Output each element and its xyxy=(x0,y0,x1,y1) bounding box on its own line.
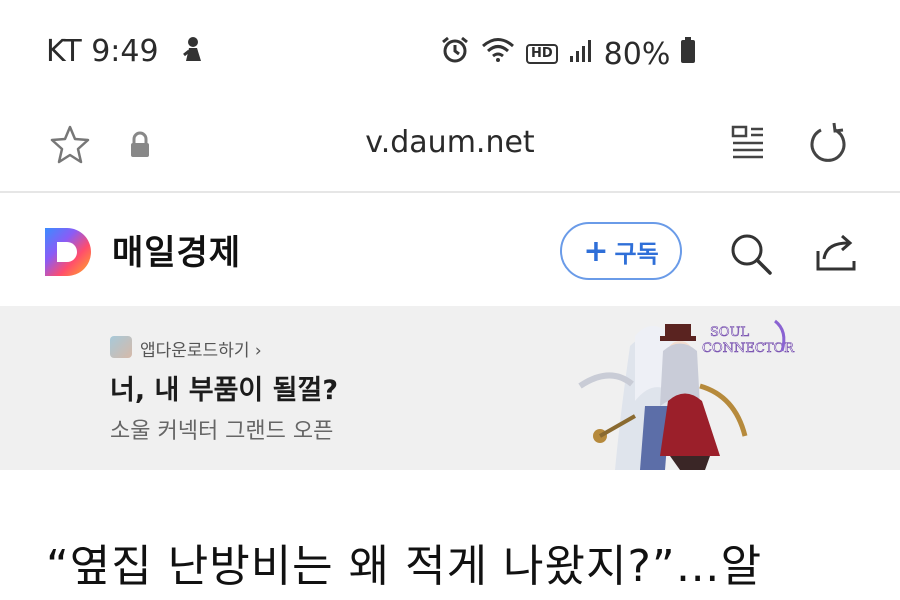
article-title: “옆집 난방비는 왜 적게 나왔지?”…알 xyxy=(46,541,763,592)
ad-subtext: 소울 커넥터 그랜드 오픈 xyxy=(110,419,334,444)
alarm-icon xyxy=(440,35,470,73)
battery-percent: 80% xyxy=(603,36,671,72)
daum-logo[interactable] xyxy=(43,226,93,282)
status-bar: KT 9:49 HD 80% xyxy=(0,0,900,105)
share-icon[interactable] xyxy=(812,231,860,279)
reader-mode-icon[interactable] xyxy=(730,123,766,167)
reload-icon[interactable] xyxy=(806,121,852,171)
ad-download-link[interactable]: 앱다운로드하기 › xyxy=(140,336,262,361)
status-right: HD 80% xyxy=(440,34,706,74)
status-left: KT 9:49 xyxy=(46,34,206,71)
ad-banner[interactable]: 앱다운로드하기 › 너, 내 부품이 될껄? 소울 커넥터 그랜드 오픈 SOU… xyxy=(0,306,900,470)
battery-icon xyxy=(680,36,696,72)
svg-text:SOUL: SOUL xyxy=(710,325,750,340)
site-header: 매일경제 + 구독 xyxy=(0,193,900,306)
ad-game-artwork: SOUL CONNECTOR xyxy=(560,306,800,470)
subscribe-label: 구독 xyxy=(614,239,659,268)
carrier-time: KT 9:49 xyxy=(46,34,159,69)
subscribe-button[interactable]: + 구독 xyxy=(560,222,682,280)
wifi-icon xyxy=(480,35,516,73)
game-app-icon xyxy=(110,336,132,358)
notification-icon xyxy=(180,35,206,71)
hd-badge: HD xyxy=(526,44,558,64)
signal-icon xyxy=(568,37,594,72)
plus-icon: + xyxy=(583,233,609,269)
browser-url-bar: v.daum.net xyxy=(0,105,900,193)
ad-headline: 너, 내 부품이 될껄? xyxy=(110,375,338,406)
publisher-name[interactable]: 매일경제 xyxy=(112,225,241,274)
search-icon[interactable] xyxy=(727,230,775,282)
